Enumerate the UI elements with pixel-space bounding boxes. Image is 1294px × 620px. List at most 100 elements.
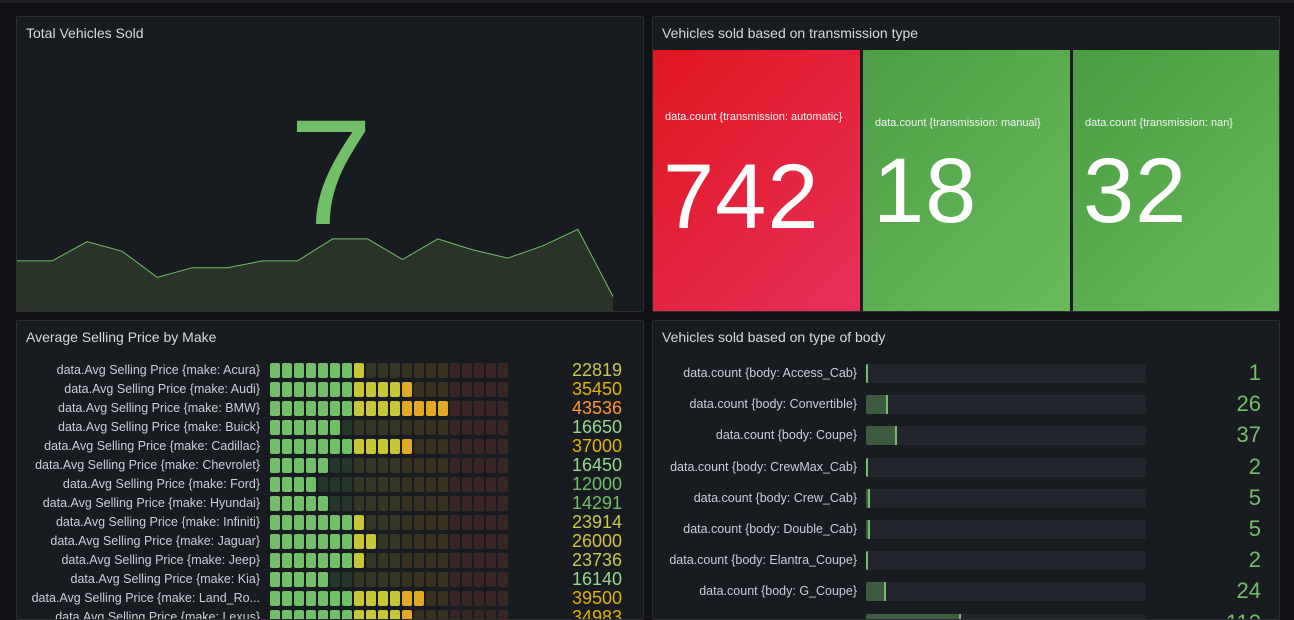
gauge-cell [270,363,280,378]
gauge-cell [342,515,352,530]
gauge-cell [438,591,448,606]
gauge-cell [402,439,412,454]
gauge-cell [438,401,448,416]
stat-tile-manual: data.count {transmission: manual} 18 [863,50,1070,311]
sparkline-area [17,229,613,311]
gauge-cell [342,534,352,549]
row-label: data.Avg Selling Price {make: Chevrolet} [35,458,260,472]
panel-transmission-type[interactable]: Vehicles sold based on transmission type… [652,16,1280,312]
gauge-cell [330,610,340,619]
gauge-cell [330,572,340,587]
gauge-cell [366,496,376,511]
panel-avg-selling-price-by-make[interactable]: Average Selling Price by Make data.Avg S… [16,320,644,620]
gauge-cell [486,420,496,435]
gauge-cell [462,382,472,397]
gauge-cell [294,515,304,530]
gauge-cell [402,515,412,530]
gauge-cell [366,420,376,435]
bar-fill [866,520,871,539]
gauge-cell [426,515,436,530]
panel-total-vehicles-sold[interactable]: Total Vehicles Sold 7 [16,16,644,312]
panel-title[interactable]: Vehicles sold based on transmission type [662,25,918,41]
gauge-cell [270,477,280,492]
gauge-cell [486,534,496,549]
gauge-cell [390,477,400,492]
gauge-cell [318,591,328,606]
gauge-cell [426,496,436,511]
bar-gauge-row: data.Avg Selling Price {make: Kia} 16140 [17,569,643,589]
tile-label: data.count {transmission: manual} [875,117,1041,129]
bar-track [866,457,1146,477]
gauge-cell [414,553,424,568]
gauge-cell [294,382,304,397]
gauge-cell [378,439,388,454]
bar-gauge-row: data.count {body: Access_Cab} 1 [653,360,1279,392]
gauge-cell [270,401,280,416]
gauge-cell [426,439,436,454]
gauge-cell [318,572,328,587]
bar-gauge-row: data.Avg Selling Price {make: Ford} 12000 [17,474,643,494]
gauge-cell [378,591,388,606]
row-label: data.count {body: G_Coupe} [699,584,857,599]
gauge-cell [486,515,496,530]
gauge-cell [486,591,496,606]
gauge-cell [450,591,460,606]
bar-gauge-row: data.Avg Selling Price {make: Chevrolet}… [17,455,643,475]
gauge-cell [498,439,508,454]
gauge-cell [282,420,292,435]
gauge-cell [486,363,496,378]
gauge-cell [402,591,412,606]
gauge-cell [294,458,304,473]
row-label: data.Avg Selling Price {make: Kia} [70,572,260,586]
gauge-cell [354,363,364,378]
panel-title[interactable]: Average Selling Price by Make [26,329,216,345]
gauge-cell [450,515,460,530]
gauge-cell [474,496,484,511]
gauge-cell [438,515,448,530]
gauge-cell [474,363,484,378]
gauge-cell [318,382,328,397]
gauge-cell [270,382,280,397]
gauge-cell [330,458,340,473]
gauge-cell [474,458,484,473]
gauge-cell [270,515,280,530]
panel-body-type[interactable]: Vehicles sold based on type of body data… [652,320,1280,620]
gauge-cell [378,477,388,492]
row-label: data.Avg Selling Price {make: Hyundai} [42,496,260,510]
row-value: 26 [1236,391,1261,417]
gauge-cell [270,572,280,587]
gauge-cell [306,515,316,530]
gauge-cell [378,553,388,568]
gauge-cell [390,496,400,511]
gauge-cell [270,553,280,568]
gauge-cell [414,572,424,587]
gauge-cell [486,572,496,587]
gauge-cell [366,382,376,397]
row-label: data.Avg Selling Price {make: Cadillac} [44,439,260,453]
bar-fill [866,457,868,477]
gauge-cell [426,591,436,606]
gauge-cell [486,496,496,511]
gauge-cell [366,458,376,473]
gauge-cell [330,401,340,416]
row-label: data.Avg Selling Price {make: Jeep} [61,553,260,567]
row-label: data.Avg Selling Price {make: Land_Ro... [31,591,260,605]
tile-value: 18 [873,140,978,242]
panel-title[interactable]: Total Vehicles Sold [26,25,144,41]
gauge-cell [342,420,352,435]
row-value: 23914 [571,512,622,532]
panel-title[interactable]: Vehicles sold based on type of body [662,329,885,345]
gauge-cell [330,420,340,435]
gauge-cell [402,572,412,587]
gauge-cell [438,610,448,619]
gauge-cell [342,477,352,492]
gauge-cell [270,496,280,511]
gauge-cell [282,610,292,619]
bar-gauge-row: data.Avg Selling Price {make: Hyundai} 14… [17,493,643,513]
row-value: 39500 [571,588,622,608]
gauge-cell [306,439,316,454]
gauge-cell [282,401,292,416]
tile-value: 32 [1083,140,1188,242]
gauge-cell [438,553,448,568]
bar-gauge-row: data.Avg Selling Price {make: Jaguar} 260… [17,531,643,551]
